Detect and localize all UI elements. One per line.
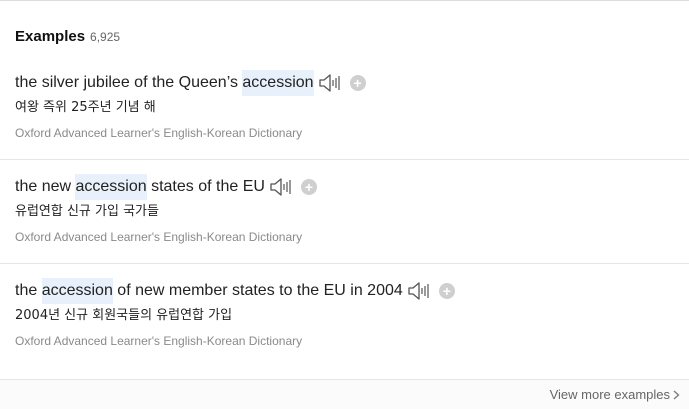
examples-footer: View more examples — [0, 379, 689, 409]
example-source: Oxford Advanced Learner's English-Korean… — [15, 126, 303, 140]
plus-circle-icon[interactable]: + — [300, 179, 317, 195]
example-item: the new accession states of the EU + 유럽연… — [0, 160, 689, 264]
example-source: Oxford Advanced Learner's English-Korean… — [15, 230, 303, 244]
example-translation: 유럽연합 신규 가입 국가들 — [15, 204, 159, 219]
section-title: Examples — [15, 28, 86, 45]
highlighted-term: accession — [41, 278, 113, 304]
examples-panel: Examples 6,925 the silver jubilee of the… — [0, 0, 689, 409]
example-item: the accession of new member states to th… — [0, 264, 689, 368]
example-translation: 여왕 즉위 25주년 기념 해 — [15, 100, 156, 115]
sentence-text-before: the silver jubilee of the Queen’s — [15, 74, 243, 91]
example-item: the silver jubilee of the Queen’s access… — [0, 56, 689, 160]
view-more-examples-link[interactable]: View more examples — [550, 387, 680, 402]
example-translation: 2004년 신규 회원국들의 유럽연합 가입 — [15, 308, 233, 323]
sentence-text-before: the — [15, 282, 42, 299]
example-source: Oxford Advanced Learner's English-Korean… — [15, 334, 303, 348]
sentence-text-after: states of the EU — [146, 178, 265, 195]
speaker-icon[interactable] — [269, 177, 295, 197]
highlighted-term: accession — [75, 174, 147, 200]
examples-header: Examples 6,925 — [15, 28, 120, 45]
plus-circle-icon[interactable]: + — [349, 75, 366, 91]
example-sentence: the accession of new member states to th… — [15, 278, 689, 304]
example-sentence: the new accession states of the EU + — [15, 174, 689, 200]
examples-list: the silver jubilee of the Queen’s access… — [0, 56, 689, 368]
speaker-icon[interactable] — [318, 73, 344, 93]
examples-count: 6,925 — [90, 30, 121, 44]
highlighted-term: accession — [242, 70, 314, 96]
view-more-label: View more examples — [549, 387, 670, 402]
speaker-icon[interactable] — [407, 281, 433, 301]
example-sentence: the silver jubilee of the Queen’s access… — [15, 70, 689, 96]
plus-circle-icon[interactable]: + — [438, 283, 455, 299]
chevron-right-icon — [673, 390, 680, 399]
sentence-text-before: the new — [15, 178, 76, 195]
sentence-text-after: of new member states to the EU in 2004 — [112, 282, 403, 299]
